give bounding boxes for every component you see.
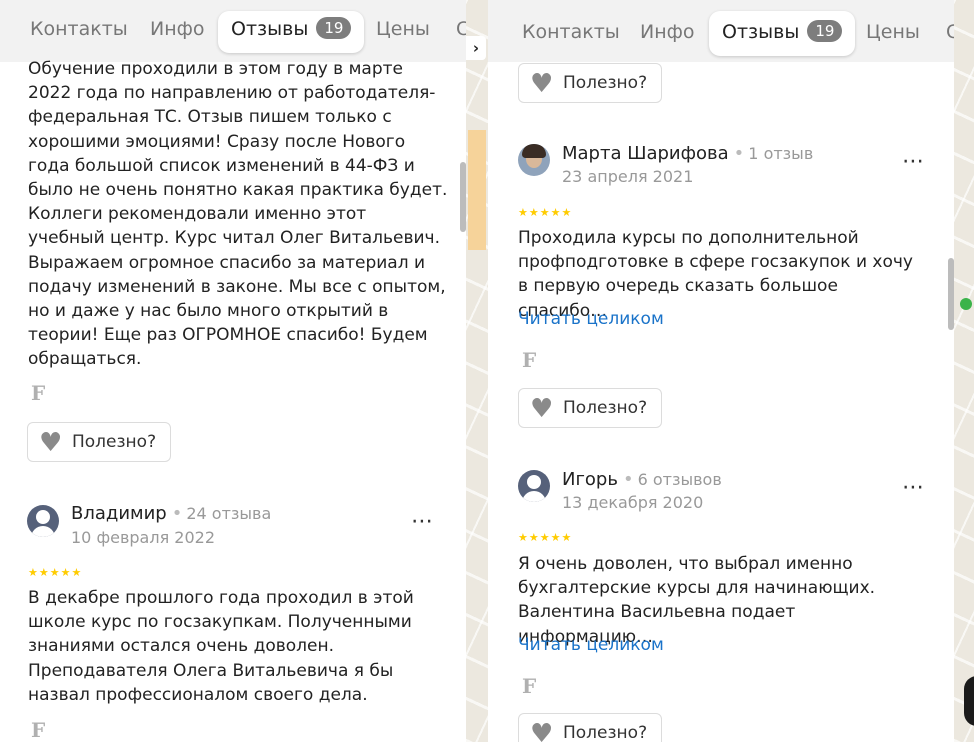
heart-icon: ♥	[530, 719, 554, 742]
collapse-panel-chevron-icon[interactable]: ›	[466, 36, 486, 60]
reviewer-name[interactable]: Игорь	[562, 469, 618, 490]
reviewer-review-count: 1 отзыв	[748, 144, 814, 163]
more-options-icon[interactable]: ⋯	[902, 477, 924, 499]
tab-reviews[interactable]: Отзывы 19	[709, 11, 856, 56]
useful-button[interactable]: ♥ Полезно?	[518, 713, 663, 742]
useful-label: Полезно?	[72, 432, 157, 452]
more-options-icon[interactable]: ⋯	[902, 151, 924, 173]
tab-more[interactable]: С	[456, 11, 466, 53]
tab-bar: Контакты Инфо Отзывы 19 Цены С	[488, 0, 954, 62]
tab-info[interactable]: Инфо	[150, 11, 205, 53]
reviewer-name[interactable]: Владимир	[71, 503, 167, 524]
map-control[interactable]	[964, 676, 974, 726]
map-road	[468, 130, 486, 250]
reviewer-name-line: Владимир • 24 отзыва	[71, 503, 272, 524]
rating-stars: ★★★★★	[518, 531, 573, 544]
review-date: 10 февраля 2022	[71, 528, 216, 547]
flag-icon[interactable]: F	[522, 674, 536, 698]
review-text: Обучение проходили в этом году в марте 2…	[28, 59, 448, 370]
review-date: 23 апреля 2021	[562, 167, 694, 186]
reviewer-review-count: 24 отзыва	[186, 504, 272, 523]
map-marker-icon[interactable]	[960, 298, 972, 310]
reviewer-name[interactable]: Марта Шарифова	[562, 143, 729, 164]
tab-reviews-label: Отзывы	[722, 21, 800, 43]
tab-prices[interactable]: Цены	[376, 11, 430, 53]
avatar[interactable]	[518, 144, 550, 176]
tab-more[interactable]: С	[946, 14, 954, 56]
tab-contacts[interactable]: Контакты	[522, 14, 620, 56]
reviewer-review-count: 6 отзывов	[637, 470, 722, 489]
reviews-panel-right: Контакты Инфо Отзывы 19 Цены С ♥ Полезно?…	[488, 0, 954, 742]
tab-reviews[interactable]: Отзывы 19	[218, 11, 365, 53]
reviewer-name-line: Игорь • 6 отзывов	[562, 469, 722, 490]
read-more-link[interactable]: Читать целиком	[518, 635, 664, 655]
reviews-count-badge: 19	[316, 17, 352, 39]
tab-reviews-label: Отзывы	[231, 18, 309, 40]
map-strip[interactable]	[954, 0, 974, 742]
useful-label: Полезно?	[563, 73, 648, 93]
tab-bar: Контакты Инфо Отзывы 19 Цены С	[0, 0, 466, 62]
reviews-count-badge: 19	[807, 20, 843, 42]
useful-label: Полезно?	[563, 723, 648, 742]
review-date: 13 декабря 2020	[562, 493, 704, 512]
tab-contacts[interactable]: Контакты	[30, 11, 128, 53]
reviews-panel-left: Контакты Инфо Отзывы 19 Цены С Обучение п…	[0, 0, 466, 742]
heart-icon: ♥	[530, 69, 554, 99]
map-strip[interactable]: ›	[466, 0, 488, 742]
review-text: В декабре прошлого года проходил в этой …	[28, 588, 414, 705]
rating-stars: ★★★★★	[28, 566, 83, 579]
avatar[interactable]	[27, 505, 59, 537]
useful-button[interactable]: ♥ Полезно?	[518, 63, 663, 103]
read-more-link[interactable]: Читать целиком	[518, 309, 664, 329]
heart-icon: ♥	[39, 428, 63, 458]
flag-icon[interactable]: F	[31, 718, 45, 742]
rating-stars: ★★★★★	[518, 206, 573, 219]
useful-label: Полезно?	[563, 398, 648, 418]
avatar[interactable]	[518, 470, 550, 502]
more-options-icon[interactable]: ⋯	[411, 511, 433, 533]
reviewer-name-line: Марта Шарифова • 1 отзыв	[562, 143, 814, 164]
useful-button[interactable]: ♥ Полезно?	[518, 388, 663, 428]
useful-button[interactable]: ♥ Полезно?	[27, 422, 172, 462]
tab-prices[interactable]: Цены	[866, 14, 920, 56]
heart-icon: ♥	[530, 394, 554, 424]
flag-icon[interactable]: F	[522, 348, 536, 372]
tab-info[interactable]: Инфо	[640, 14, 695, 56]
flag-icon[interactable]: F	[31, 381, 45, 405]
